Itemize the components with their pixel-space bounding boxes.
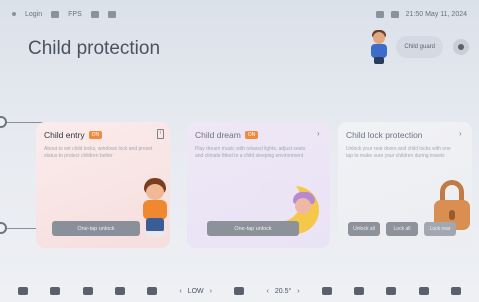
status-fps-text: FPS	[68, 10, 82, 18]
child-entry-title: Child entry	[44, 130, 85, 140]
child-lock-title: Child lock protection	[346, 130, 423, 140]
status-datetime: 21:50 May 11, 2024	[405, 10, 467, 18]
seat-icon[interactable]	[82, 287, 93, 295]
chevron-left-icon[interactable]: ‹	[179, 288, 181, 295]
volume-icon[interactable]	[450, 287, 461, 295]
child-dream-description: Play dream music with relaxed lights, ad…	[195, 146, 306, 159]
temperature-control: ‹ 20.5° ›	[267, 288, 300, 295]
child-dream-card[interactable]: Child dream ON › Play dream music with r…	[187, 122, 330, 248]
child-entry-description: About to set child locks, windows lock a…	[44, 146, 153, 159]
child-entry-status-badge: ON	[88, 131, 103, 139]
child-lock-button-group: Unlock all Lock all Lock rear	[348, 222, 456, 236]
download-icon	[107, 10, 116, 18]
chat-icon[interactable]	[114, 287, 125, 295]
child-guard-button[interactable]: Child guard	[396, 36, 443, 58]
message-icon[interactable]	[354, 287, 365, 295]
gear-icon	[458, 44, 464, 50]
child-entry-detail-icon[interactable]: i	[157, 129, 164, 139]
child-dream-title-row: Child dream ON	[195, 130, 259, 140]
settings-button[interactable]	[453, 39, 469, 55]
seat-heat-icon[interactable]	[321, 287, 332, 295]
climate-mode-control: ‹ LOW ›	[179, 288, 212, 295]
lock-rear-button[interactable]: Lock rear	[424, 222, 456, 236]
child-entry-unlock-button[interactable]: One-tap unlock	[52, 221, 140, 236]
child-dream-status-badge: ON	[244, 131, 259, 139]
child-avatar-icon	[366, 30, 392, 64]
connector-marker-top	[0, 116, 7, 128]
lock-all-button[interactable]: Lock all	[386, 222, 418, 236]
bottom-dock: ‹ LOW › ‹ 20.5° ›	[0, 280, 479, 302]
chevron-right-icon[interactable]: ›	[210, 288, 212, 295]
child-entry-card[interactable]: Child entry ON i About to set child lock…	[36, 122, 170, 248]
fan-icon[interactable]	[234, 287, 245, 295]
temp-decrease-icon[interactable]: ‹	[267, 288, 269, 295]
folder-icon	[90, 10, 99, 18]
child-lock-chevron-icon[interactable]: ›	[459, 129, 466, 138]
child-dream-chevron-icon[interactable]: ›	[317, 129, 324, 138]
child-guard-entry[interactable]: Child guard	[366, 30, 443, 64]
child-lock-card[interactable]: Child lock protection › Unlock your rear…	[338, 122, 472, 248]
connector-marker-bottom	[0, 222, 7, 234]
child-dream-unlock-button[interactable]: One-tap unlock	[207, 221, 299, 236]
bluetooth-icon	[375, 10, 384, 18]
home-icon[interactable]	[18, 287, 28, 295]
climate-mode-text[interactable]: LOW	[188, 288, 204, 295]
child-illustration	[138, 178, 170, 240]
phone-icon[interactable]	[147, 287, 158, 295]
car-icon[interactable]	[50, 287, 61, 295]
user-icon	[12, 12, 16, 16]
music-icon[interactable]	[386, 287, 397, 295]
apps-icon[interactable]	[418, 287, 429, 295]
status-login-text[interactable]: Login	[25, 11, 42, 18]
signal-icon	[390, 10, 399, 18]
page-title: Child protection	[28, 38, 161, 59]
status-bar: Login FPS 21:50 May 11, 2024	[0, 0, 479, 28]
header-actions: Child guard	[366, 30, 469, 64]
camera-icon	[51, 10, 60, 18]
temp-increase-icon[interactable]: ›	[297, 288, 299, 295]
unlock-all-button[interactable]: Unlock all	[348, 222, 380, 236]
temperature-text[interactable]: 20.5°	[275, 288, 291, 295]
child-lock-title-row: Child lock protection	[346, 130, 423, 140]
child-lock-description: Unlock your rear doors and child locks w…	[346, 146, 451, 159]
child-entry-title-row: Child entry ON	[44, 130, 103, 140]
child-dream-title: Child dream	[195, 130, 241, 140]
